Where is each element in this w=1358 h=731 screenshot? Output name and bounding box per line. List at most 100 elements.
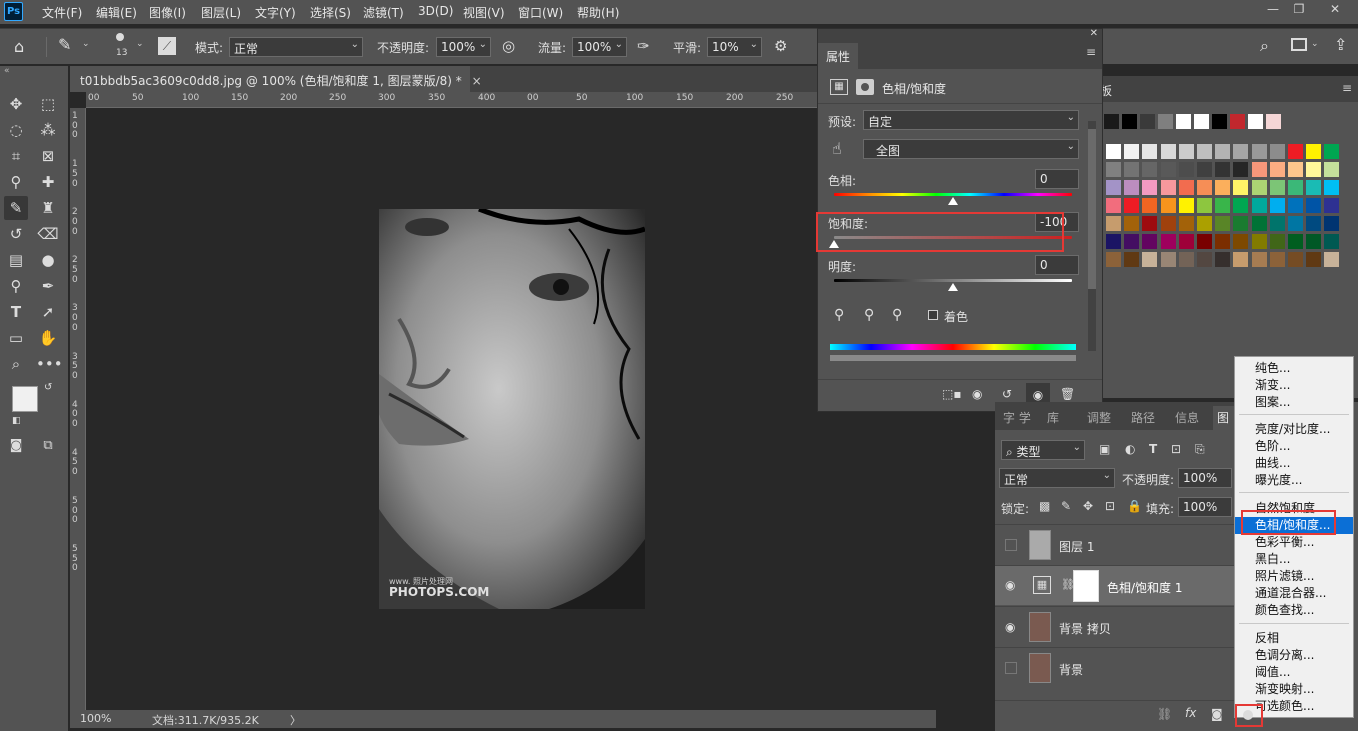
fx-icon[interactable]: fx (1185, 706, 1196, 720)
screen-mode-icon[interactable]: ⧉ (36, 434, 60, 458)
tab-character[interactable]: 字 学 (1003, 409, 1031, 426)
color-swatch[interactable] (1233, 180, 1249, 195)
chevron-down-icon[interactable]: ⌄ (136, 39, 144, 49)
color-swatch[interactable] (1266, 114, 1281, 129)
add-mask-icon[interactable]: ◙ (1211, 707, 1223, 721)
color-swatch[interactable] (1142, 252, 1158, 267)
color-swatch[interactable] (1324, 252, 1340, 267)
channel-select[interactable]: 全图 ⌄ (863, 139, 1079, 159)
menu-item-color-lookup[interactable]: 颜色查找... (1235, 602, 1353, 619)
eyedropper-tool-icon[interactable]: ⚲ (4, 170, 28, 194)
hue-slider-thumb[interactable] (948, 197, 958, 205)
eyedropper-subtract-icon[interactable]: ⚲ (892, 307, 902, 323)
tab-libraries[interactable]: 库 (1047, 409, 1059, 426)
menu-item-curves[interactable]: 曲线... (1235, 455, 1353, 472)
color-swatch[interactable] (1215, 216, 1231, 231)
color-swatch[interactable] (1306, 198, 1322, 213)
color-swatch[interactable] (1215, 198, 1231, 213)
color-swatch[interactable] (1142, 216, 1158, 231)
menu-layer[interactable]: 图层(L) (201, 4, 241, 21)
crop-tool-icon[interactable]: ⌗ (4, 144, 28, 168)
color-swatch[interactable] (1306, 180, 1322, 195)
eye-icon[interactable]: ◉ (1005, 578, 1021, 592)
color-swatch[interactable] (1124, 234, 1140, 249)
filter-shape-icon[interactable]: ⊡ (1171, 442, 1181, 456)
color-swatch[interactable] (1106, 162, 1121, 177)
marquee-tool-icon[interactable]: ⬚ (36, 92, 60, 116)
reset-icon[interactable]: ↺ (1002, 387, 1012, 401)
brush-tool-icon[interactable]: ✎ (4, 196, 28, 220)
color-swatch[interactable] (1197, 180, 1212, 195)
chevron-down-icon[interactable]: ⌄ (82, 39, 90, 49)
layer-name[interactable]: 图层 1 (1059, 538, 1094, 555)
color-swatch[interactable] (1160, 144, 1176, 159)
color-swatch[interactable] (1178, 234, 1194, 249)
lasso-tool-icon[interactable]: ◌ (4, 118, 28, 142)
panel-menu-icon[interactable]: ≡ (1342, 81, 1352, 95)
color-swatch[interactable] (1160, 180, 1176, 195)
mask-thumbnail[interactable] (1073, 570, 1099, 602)
color-swatch[interactable] (1233, 252, 1249, 267)
layer-row[interactable]: ◉ 背景 拷贝 (995, 606, 1235, 646)
color-swatch[interactable] (1288, 144, 1303, 159)
lock-transparent-icon[interactable]: ▩ (1039, 499, 1050, 513)
menu-item-gradient[interactable]: 渐变... (1235, 377, 1353, 394)
quick-mask-icon[interactable]: ◙ (4, 434, 28, 458)
gear-icon[interactable]: ⚙ (774, 37, 787, 55)
tab-adjustments[interactable]: 调整 (1087, 409, 1111, 426)
menu-item-gradient-map[interactable]: 渐变映射... (1235, 681, 1353, 698)
color-swatch[interactable] (1306, 162, 1322, 177)
color-swatch[interactable] (1288, 180, 1303, 195)
colorize-checkbox[interactable] (928, 310, 938, 320)
hue-slider[interactable] (834, 193, 1072, 196)
more-tools-icon[interactable]: ••• (36, 352, 63, 376)
blur-tool-icon[interactable]: ● (36, 248, 60, 272)
color-swatch[interactable] (1251, 234, 1267, 249)
lightness-slider-thumb[interactable] (948, 283, 958, 291)
lightness-input[interactable]: 0 (1035, 255, 1079, 275)
color-swatch[interactable] (1230, 114, 1245, 129)
workspace-icon[interactable] (1291, 38, 1307, 51)
clip-to-layer-icon[interactable]: ⬚▪ (942, 387, 961, 401)
properties-tab[interactable]: 属性 (818, 43, 858, 69)
zoom-tool-icon[interactable]: ⌕ (4, 352, 28, 376)
close-panel-icon[interactable]: ✕ (1090, 28, 1098, 39)
color-swatch[interactable] (1124, 252, 1140, 267)
menu-window[interactable]: 窗口(W) (518, 4, 563, 21)
color-swatch[interactable] (1233, 216, 1249, 231)
color-swatch[interactable] (1197, 252, 1212, 267)
targeted-adjust-hand-icon[interactable]: ☝ (832, 139, 842, 158)
color-swatch[interactable] (1269, 252, 1285, 267)
color-swatch[interactable] (1306, 252, 1322, 267)
brush-preset-icon[interactable] (116, 33, 124, 41)
color-swatch[interactable] (1269, 180, 1285, 195)
smoothing-input[interactable]: 10% ⌄ (707, 37, 762, 57)
color-swatch[interactable] (1124, 162, 1140, 177)
chevron-down-icon[interactable]: ⌄ (1311, 39, 1319, 49)
color-swatch[interactable] (1251, 198, 1267, 213)
color-swatch[interactable] (1233, 234, 1249, 249)
history-brush-tool-icon[interactable]: ↺ (4, 222, 28, 246)
color-swatch[interactable] (1124, 144, 1140, 159)
color-swatch[interactable] (1142, 144, 1158, 159)
airbrush-icon[interactable]: ✑ (637, 37, 650, 55)
pen-tool-icon[interactable]: ✒ (36, 274, 60, 298)
menu-item-posterize[interactable]: 色调分离... (1235, 647, 1353, 664)
color-swatch[interactable] (1197, 216, 1212, 231)
layer-mask-icon[interactable] (856, 79, 874, 95)
color-swatch[interactable] (1251, 144, 1267, 159)
color-swatch[interactable] (1288, 162, 1303, 177)
color-swatch[interactable] (1160, 252, 1176, 267)
lock-position-icon[interactable]: ✥ (1083, 499, 1093, 513)
color-swatch[interactable] (1197, 198, 1212, 213)
color-swatch[interactable] (1176, 114, 1191, 129)
filter-adjustment-icon[interactable]: ◐ (1125, 442, 1135, 456)
rectangle-tool-icon[interactable]: ▭ (4, 326, 28, 350)
eyedropper-icon[interactable]: ⚲ (834, 307, 844, 323)
filter-smart-object-icon[interactable]: ⎘ (1195, 442, 1205, 457)
color-swatch[interactable] (1324, 144, 1340, 159)
color-swatch[interactable] (1106, 180, 1121, 195)
frame-tool-icon[interactable]: ⊠ (36, 144, 60, 168)
color-swatch[interactable] (1233, 162, 1249, 177)
minimize-icon[interactable]: — (1262, 2, 1284, 20)
